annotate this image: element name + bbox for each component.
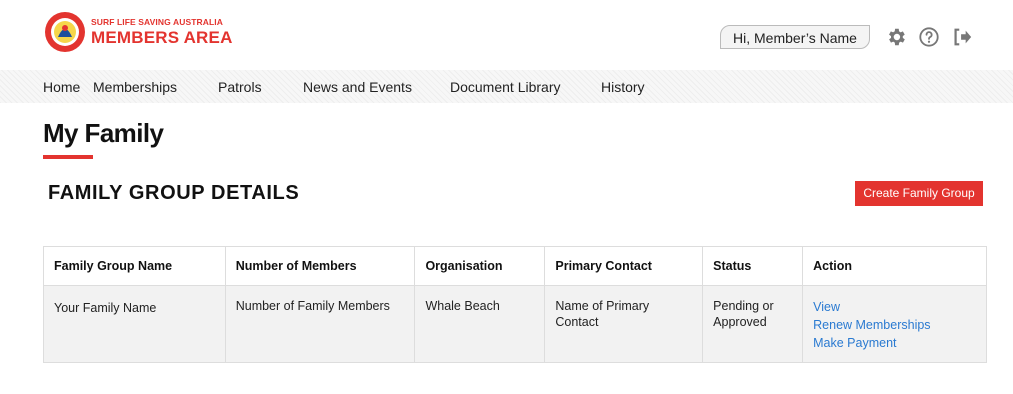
family-group-name-value: Your Family Name (54, 301, 157, 315)
help-icon[interactable] (918, 26, 940, 48)
gear-icon[interactable] (885, 26, 907, 48)
surf-life-saving-badge-icon (45, 12, 85, 52)
view-link[interactable]: View (813, 298, 976, 316)
logo-organisation-name: SURF LIFE SAVING AUSTRALIA (91, 17, 223, 27)
table-row: Your Family Name Number of Family Member… (43, 285, 987, 363)
column-header-number-of-members: Number of Members (224, 246, 416, 286)
title-underline (43, 155, 93, 159)
cell-number-of-members: Number of Family Members (224, 285, 416, 363)
user-greeting[interactable]: Hi, Member’s Name (720, 25, 870, 49)
make-payment-link[interactable]: Make Payment (813, 334, 976, 352)
column-header-family-group-name: Family Group Name (43, 246, 226, 286)
nav-item-news-and-events[interactable]: News and Events (303, 79, 412, 95)
family-group-table: Family Group Name Number of Members Orga… (43, 246, 987, 363)
column-header-status: Status (702, 246, 804, 286)
cell-status: Pending or Approved (702, 285, 804, 363)
column-header-action: Action (802, 246, 987, 286)
main-navigation: Home Memberships Patrols News and Events… (0, 70, 1013, 103)
logout-icon[interactable] (951, 26, 973, 48)
table-header-row: Family Group Name Number of Members Orga… (43, 246, 987, 286)
page-title: My Family (43, 118, 164, 148)
nav-item-history[interactable]: History (601, 79, 645, 95)
nav-item-home[interactable]: Home (43, 79, 80, 95)
nav-item-memberships[interactable]: Memberships (93, 79, 177, 95)
column-header-organisation: Organisation (414, 246, 546, 286)
create-family-group-button[interactable]: Create Family Group (855, 181, 983, 206)
nav-item-patrols[interactable]: Patrols (218, 79, 262, 95)
column-header-primary-contact: Primary Contact (544, 246, 704, 286)
cell-action: View Renew Memberships Make Payment (802, 285, 987, 363)
logo-members-area: MEMBERS AREA (91, 28, 233, 47)
cell-primary-contact: Name of Primary Contact (544, 285, 704, 363)
section-title: FAMILY GROUP DETAILS (48, 182, 300, 204)
renew-memberships-link[interactable]: Renew Memberships (813, 316, 976, 334)
nav-item-document-library[interactable]: Document Library (450, 79, 561, 95)
site-logo[interactable]: SURF LIFE SAVING AUSTRALIA MEMBERS AREA (44, 11, 232, 55)
cell-organisation: Whale Beach (414, 285, 546, 363)
cell-family-group-name: Your Family Name (43, 285, 226, 363)
status-value: Pending or Approved (713, 299, 774, 329)
site-header: SURF LIFE SAVING AUSTRALIA MEMBERS AREA … (0, 0, 1013, 70)
